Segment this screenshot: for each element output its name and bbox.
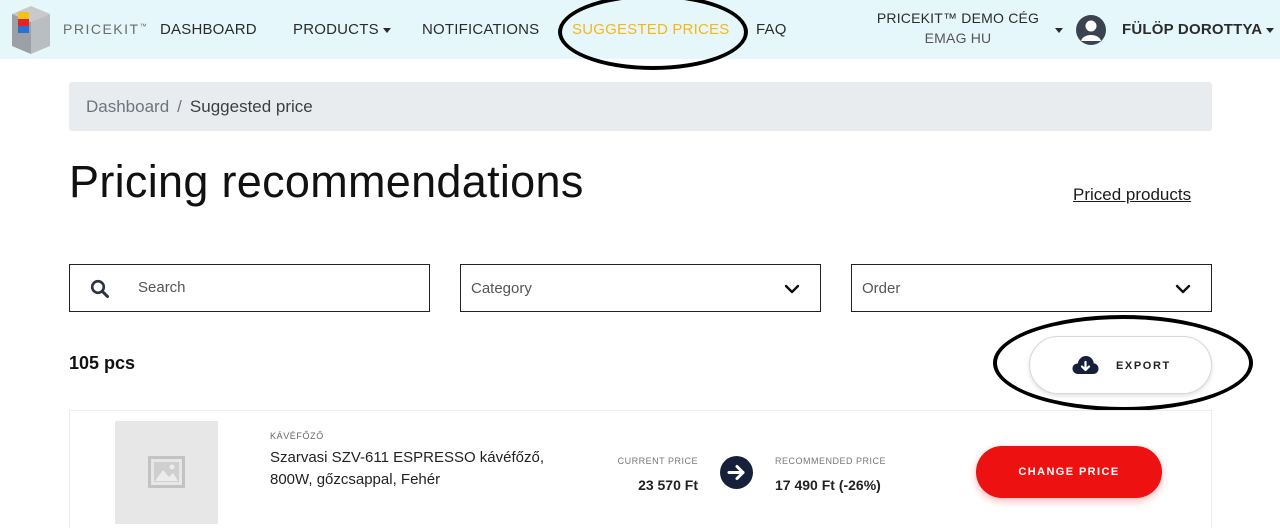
- page-title: Pricing recommendations: [69, 156, 584, 207]
- chevron-down-icon: [1266, 27, 1275, 33]
- nav-products-label: PRODUCTS: [293, 21, 379, 38]
- priced-products-link[interactable]: Priced products: [1073, 185, 1191, 205]
- nav-products[interactable]: PRODUCTS: [293, 21, 391, 38]
- result-count: 105 pcs: [69, 353, 136, 373]
- search-icon: [90, 279, 109, 298]
- recommended-price-label: RECOMMENDED PRICE: [775, 456, 887, 466]
- change-price-button[interactable]: CHANGE PRICE: [976, 446, 1162, 498]
- category-select-label: Category: [471, 280, 532, 297]
- image-placeholder-icon: [148, 456, 185, 488]
- company-store: EMAG HU: [924, 30, 992, 46]
- order-select[interactable]: Order: [851, 264, 1212, 312]
- chevron-down-icon[interactable]: [1055, 28, 1063, 33]
- chevron-down-icon: [1175, 284, 1191, 294]
- product-name: Szarvasi SZV-611 ESPRESSO kávéfőző, 800W…: [270, 449, 545, 488]
- user-menu[interactable]: FÜLÖP DOROTTYA: [1122, 21, 1275, 38]
- nav-faq[interactable]: FAQ: [756, 21, 787, 38]
- breadcrumb-current: Suggested price: [189, 97, 313, 116]
- order-select-label: Order: [862, 280, 901, 297]
- search-field: [69, 264, 430, 312]
- breadcrumb: Dashboard / Suggested price: [69, 82, 1212, 131]
- breadcrumb-separator: /: [177, 97, 182, 116]
- category-select[interactable]: Category: [460, 264, 821, 312]
- export-button[interactable]: EXPORT: [1029, 336, 1212, 394]
- user-avatar-icon[interactable]: [1076, 15, 1106, 45]
- product-category: KÁVÉFŐZŐ: [270, 431, 324, 441]
- company-switcher[interactable]: PRICEKIT™ DEMO CÉG EMAG HU: [868, 10, 1048, 46]
- nav-dashboard[interactable]: DASHBOARD: [160, 21, 257, 38]
- company-name: PRICEKIT™ DEMO CÉG: [876, 10, 1040, 26]
- export-button-label: EXPORT: [1116, 360, 1171, 372]
- recommended-price-value: 17 490 Ft (-26%): [775, 477, 881, 493]
- nav-suggested-prices[interactable]: SUGGESTED PRICES: [572, 21, 729, 38]
- arrow-right-icon: [720, 456, 753, 489]
- user-name: FÜLÖP DOROTTYA: [1122, 21, 1263, 38]
- current-price-label: CURRENT PRICE: [617, 456, 698, 466]
- pricekit-logo[interactable]: [6, 4, 56, 56]
- breadcrumb-dashboard-link[interactable]: Dashboard: [86, 97, 169, 116]
- cloud-download-icon: [1072, 356, 1099, 374]
- chevron-down-icon: [382, 27, 391, 33]
- nav-notifications[interactable]: NOTIFICATIONS: [422, 21, 539, 38]
- chevron-down-icon: [784, 284, 800, 294]
- product-card: KÁVÉFŐZŐ Szarvasi SZV-611 ESPRESSO kávéf…: [69, 410, 1212, 528]
- product-thumbnail: [115, 421, 218, 524]
- top-navbar: PRICEKIT™ DASHBOARD PRODUCTS NOTIFICATIO…: [0, 0, 1280, 59]
- current-price-value: 23 570 Ft: [638, 477, 698, 493]
- brand-name: PRICEKIT™: [63, 21, 149, 37]
- search-input[interactable]: [138, 279, 418, 296]
